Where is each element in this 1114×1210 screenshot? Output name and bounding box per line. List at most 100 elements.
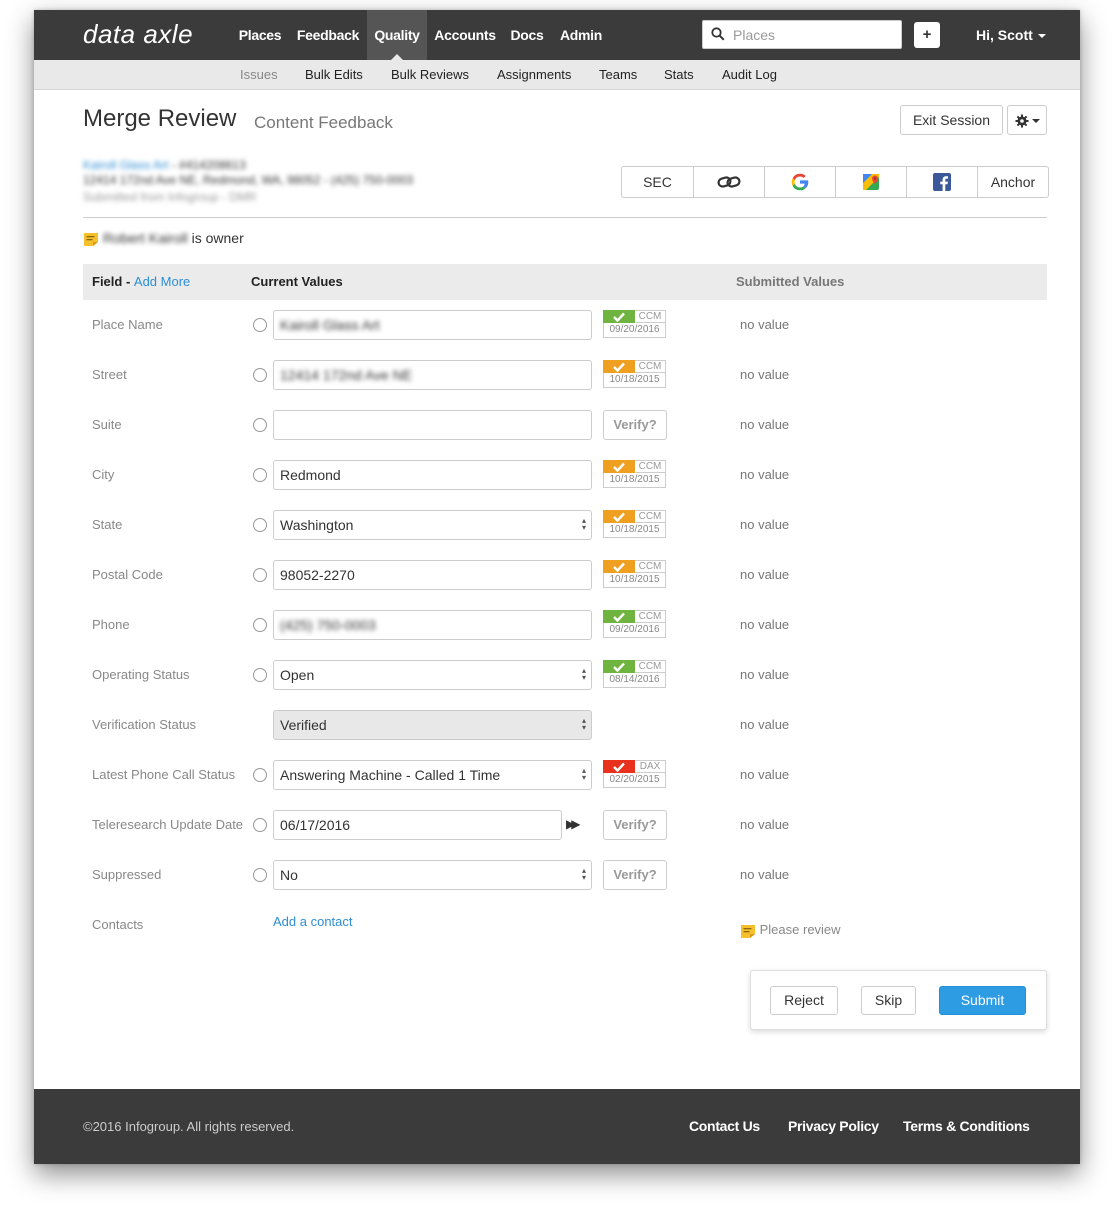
- badge-date: 09/20/2016: [603, 623, 666, 638]
- field-input[interactable]: 06/17/2016: [273, 810, 562, 840]
- select-value-radio[interactable]: [253, 668, 267, 682]
- checkmark-icon: [603, 560, 635, 573]
- table-row: Suppressed No Verify? no value: [83, 860, 1047, 910]
- select-value-radio[interactable]: [253, 568, 267, 582]
- source-badge: CCM 10/18/2015: [603, 560, 666, 589]
- facebook-icon: [933, 173, 951, 191]
- add-contact-link[interactable]: Add a contact: [273, 914, 353, 929]
- subnav-bulk-edits[interactable]: Bulk Edits: [305, 60, 363, 90]
- checkmark-icon: [603, 660, 635, 673]
- sec-button[interactable]: SEC: [622, 167, 693, 197]
- search-input[interactable]: [733, 24, 893, 46]
- submitted-value: no value: [740, 467, 790, 482]
- table-row: City Redmond CCM 10/18/2015 no value: [83, 460, 1047, 510]
- field-input[interactable]: [273, 410, 592, 440]
- field-select[interactable]: No: [273, 860, 592, 890]
- checkmark-icon: [603, 510, 635, 523]
- field-label: Postal Code: [92, 567, 163, 582]
- table-header: Field - Add More Current Values Submitte…: [83, 264, 1047, 300]
- select-value-radio[interactable]: [253, 468, 267, 482]
- brand-logo[interactable]: data axle: [83, 19, 193, 50]
- badge-source: CCM: [635, 510, 666, 523]
- owner-name: Robert Kairoll: [102, 230, 188, 246]
- business-id: 414208613: [185, 158, 246, 172]
- nav-quality[interactable]: Quality: [367, 10, 427, 60]
- subnav-issues[interactable]: Issues: [240, 60, 278, 90]
- anchor-button[interactable]: Anchor: [977, 167, 1048, 197]
- submitted-values-header: Submitted Values: [736, 274, 845, 289]
- select-value-radio[interactable]: [253, 818, 267, 832]
- field-select[interactable]: Washington: [273, 510, 592, 540]
- verify-button[interactable]: Verify?: [603, 810, 667, 840]
- submit-button[interactable]: Submit: [939, 986, 1026, 1015]
- field-input[interactable]: (425) 750-0003: [273, 610, 592, 640]
- submitted-value: no value: [740, 567, 790, 582]
- fast-forward-icon[interactable]: ▶▶: [566, 817, 581, 831]
- select-value-radio[interactable]: [253, 518, 267, 532]
- field-label: State: [92, 517, 123, 532]
- footer-contact-us[interactable]: Contact Us: [689, 1118, 760, 1134]
- select-value-radio[interactable]: [253, 768, 267, 782]
- user-menu[interactable]: Hi, Scott: [976, 10, 1046, 60]
- field-input[interactable]: Redmond: [273, 460, 592, 490]
- add-button[interactable]: +: [914, 22, 940, 48]
- field-label: Place Name: [92, 317, 163, 332]
- field-value: Washington: [280, 517, 354, 533]
- source-badge: CCM 08/14/2016: [603, 660, 666, 689]
- submitted-value: no value: [740, 517, 790, 532]
- select-value-radio[interactable]: [253, 318, 267, 332]
- footer-privacy-policy[interactable]: Privacy Policy: [788, 1118, 879, 1134]
- table-row: Latest Phone Call Status Answering Machin…: [83, 760, 1047, 810]
- nav-feedback[interactable]: Feedback: [293, 10, 363, 60]
- submitted-value: no value: [740, 417, 790, 432]
- nav-places[interactable]: Places: [232, 10, 288, 60]
- action-panel: Reject Skip Submit: [750, 970, 1047, 1030]
- divider: [83, 217, 1047, 218]
- subnav-audit-log[interactable]: Audit Log: [722, 60, 777, 90]
- maps-button[interactable]: [835, 167, 906, 197]
- field-select[interactable]: Open: [273, 660, 592, 690]
- business-source: Submitted from Infogroup - DMR: [83, 190, 257, 204]
- badge-source: CCM: [635, 310, 666, 323]
- subnav-assignments[interactable]: Assignments: [497, 60, 571, 90]
- field-label: Street: [92, 367, 127, 382]
- field-input[interactable]: 12414 172nd Ave NE: [273, 360, 592, 390]
- field-input[interactable]: Kairoll Glass Art: [273, 310, 592, 340]
- submitted-value: no value: [740, 867, 790, 882]
- select-value-radio[interactable]: [253, 618, 267, 632]
- field-value: No: [280, 867, 298, 883]
- exit-session-button[interactable]: Exit Session: [900, 105, 1003, 135]
- source-badge: DAX 02/20/2015: [603, 760, 666, 789]
- settings-button[interactable]: [1007, 105, 1047, 135]
- table-row: Teleresearch Update Date 06/17/2016 ▶▶ Veri…: [83, 810, 1047, 860]
- verify-button[interactable]: Verify?: [603, 860, 667, 890]
- source-badge: CCM 10/18/2015: [603, 460, 666, 489]
- field-select[interactable]: Answering Machine - Called 1 Time: [273, 760, 592, 790]
- google-maps-icon: [863, 174, 879, 190]
- subnav-stats[interactable]: Stats: [664, 60, 694, 90]
- add-more-link[interactable]: Add More: [134, 274, 190, 289]
- nav-accounts[interactable]: Accounts: [432, 10, 498, 60]
- link-button[interactable]: [693, 167, 764, 197]
- subnav-teams[interactable]: Teams: [599, 60, 637, 90]
- business-name-link[interactable]: Kairoll Glass Art - #414208613: [83, 158, 246, 172]
- nav-docs[interactable]: Docs: [505, 10, 549, 60]
- checkmark-icon: [603, 610, 635, 623]
- owner-line: Robert Kairoll is owner: [83, 230, 244, 247]
- google-button[interactable]: [764, 167, 835, 197]
- select-value-radio[interactable]: [253, 368, 267, 382]
- subnav-bulk-reviews[interactable]: Bulk Reviews: [391, 60, 469, 90]
- sub-navbar: Issues Bulk Edits Bulk Reviews Assignmen…: [34, 60, 1080, 90]
- nav-admin[interactable]: Admin: [555, 10, 607, 60]
- facebook-button[interactable]: [906, 167, 977, 197]
- select-value-radio[interactable]: [253, 418, 267, 432]
- table-row: Verification Status Verified no value: [83, 710, 1047, 760]
- footer-terms[interactable]: Terms & Conditions: [903, 1118, 1030, 1134]
- verify-button[interactable]: Verify?: [603, 410, 667, 440]
- select-value-radio[interactable]: [253, 868, 267, 882]
- field-input[interactable]: 98052-2270: [273, 560, 592, 590]
- badge-source: CCM: [635, 360, 666, 373]
- reject-button[interactable]: Reject: [770, 986, 838, 1015]
- source-badge: CCM 10/18/2015: [603, 360, 666, 389]
- skip-button[interactable]: Skip: [861, 986, 916, 1015]
